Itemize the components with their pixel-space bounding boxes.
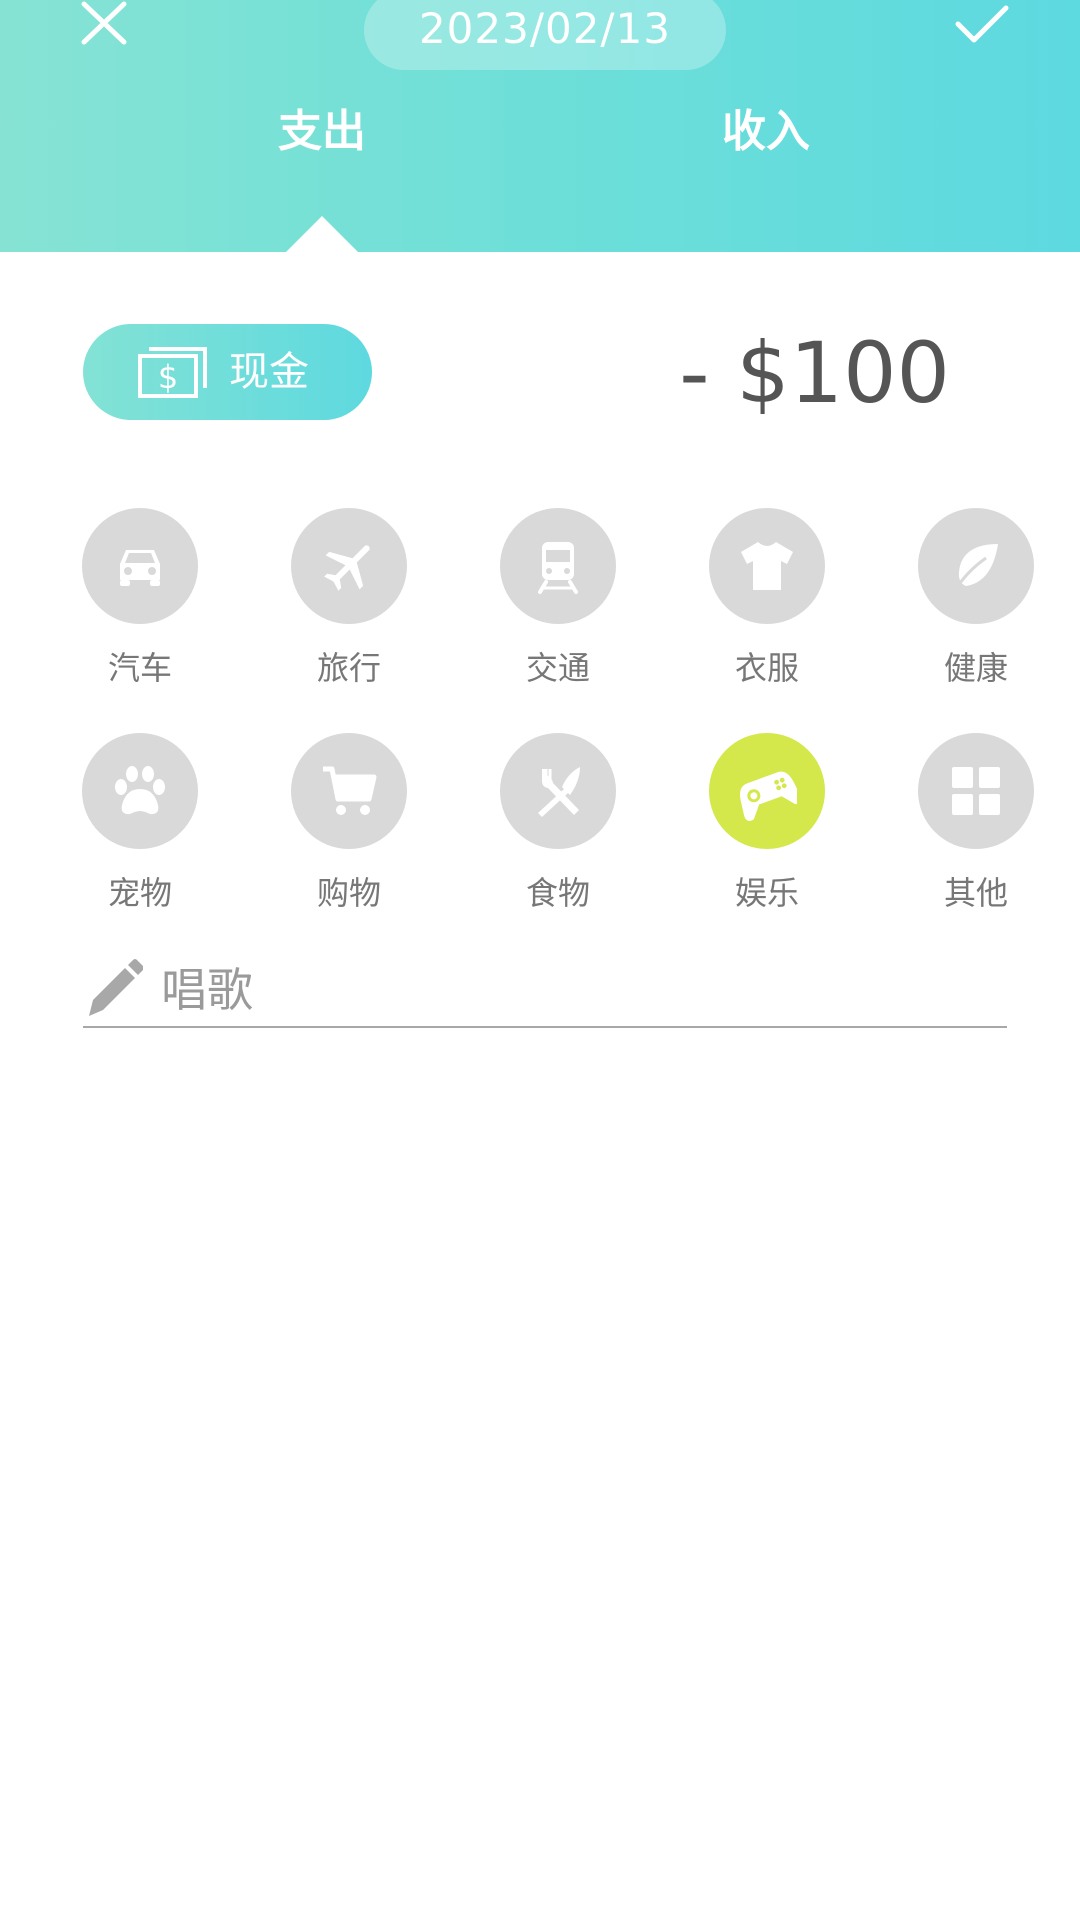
fork-knife-icon bbox=[538, 767, 580, 817]
category-transit[interactable]: 交通 bbox=[488, 508, 628, 698]
paw-icon bbox=[115, 766, 165, 815]
grid-icon bbox=[952, 767, 1000, 815]
airplane-icon bbox=[324, 545, 370, 591]
account-label: 现金 bbox=[229, 349, 309, 395]
cash-icon: $ bbox=[138, 347, 207, 398]
category-entertainment[interactable]: 娱乐 bbox=[697, 733, 837, 923]
category-other[interactable]: 其他 bbox=[906, 733, 1046, 923]
category-car[interactable]: 汽车 bbox=[70, 508, 210, 698]
gamepad-icon bbox=[740, 771, 797, 821]
account-selector-button[interactable]: $ 现金 bbox=[83, 324, 372, 420]
train-icon bbox=[538, 542, 578, 594]
date-selector[interactable]: 2023/02/13 bbox=[364, 0, 726, 70]
category-health[interactable]: 健康 bbox=[906, 508, 1046, 698]
leaf-icon bbox=[952, 544, 998, 593]
check-icon[interactable] bbox=[954, 4, 1010, 44]
pencil-icon bbox=[89, 959, 143, 1016]
note-input[interactable] bbox=[161, 956, 1001, 1024]
close-icon[interactable] bbox=[78, 0, 130, 46]
cart-icon bbox=[323, 766, 377, 815]
category-pets[interactable]: 宠物 bbox=[70, 733, 210, 923]
category-clothes[interactable]: 衣服 bbox=[697, 508, 837, 698]
tab-expense[interactable]: 支出 bbox=[262, 100, 382, 164]
category-travel[interactable]: 旅行 bbox=[279, 508, 419, 698]
tshirt-icon bbox=[741, 542, 793, 590]
tab-indicator bbox=[286, 216, 358, 252]
tab-income[interactable]: 收入 bbox=[706, 100, 826, 164]
amount-display[interactable]: - $100 bbox=[679, 318, 950, 428]
note-field bbox=[83, 956, 1007, 1028]
car-icon bbox=[120, 550, 160, 586]
category-food[interactable]: 食物 bbox=[488, 733, 628, 923]
category-shopping[interactable]: 购物 bbox=[279, 733, 419, 923]
header-bar: 2023/02/13 支出 收入 bbox=[0, 0, 1080, 252]
svg-text:$: $ bbox=[158, 358, 178, 396]
